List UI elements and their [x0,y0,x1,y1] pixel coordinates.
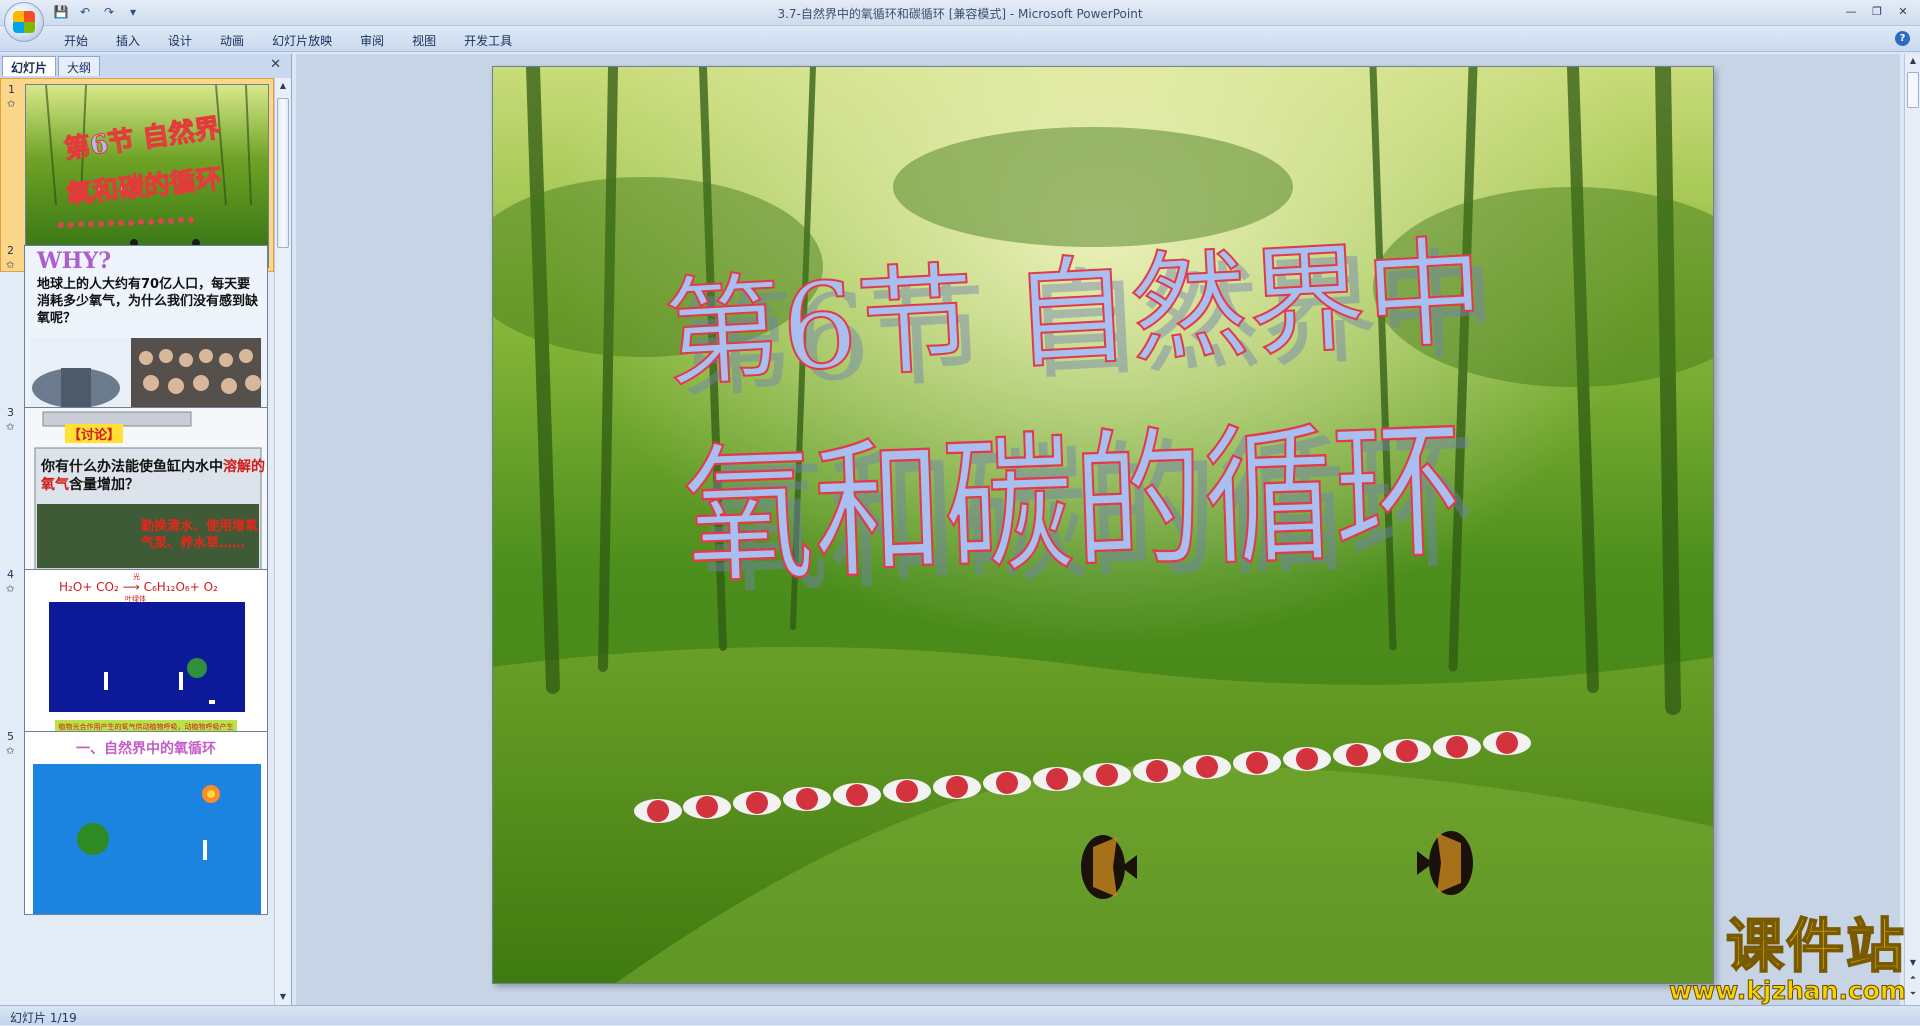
angelfish-icon [1081,835,1137,899]
photosynthesis-equation: H₂O+ CO₂ ⟶ C₆H₁₂O₆+ O₂ [59,580,218,594]
slide-question: 你有什么办法能使鱼缸内水中溶解的氧气含量增加？ [41,458,266,494]
tab-developer[interactable]: 开发工具 [450,30,526,51]
animation-star-icon: ✩ [6,260,14,271]
animation-star-icon: ✩ [6,422,14,433]
status-bar: 幻灯片 1/19 [0,1005,1920,1025]
close-icon[interactable]: ✕ [270,57,281,72]
slide-number: 1 [8,83,15,96]
tab-outline[interactable]: 大纲 [58,56,100,76]
tab-view[interactable]: 视图 [398,30,450,51]
scroll-up-icon[interactable]: ▲ [1905,56,1920,65]
close-icon[interactable]: ✕ [1892,2,1914,20]
tab-slideshow[interactable]: 幻灯片放映 [258,30,346,51]
scroll-down-icon[interactable]: ▼ [275,989,291,1005]
watermark-logo-text: 课件站 [1669,916,1906,976]
restore-icon[interactable]: ❐ [1866,2,1888,20]
help-icon[interactable]: ? [1895,31,1910,46]
slide-counter: 幻灯片 1/19 [10,1009,77,1026]
tab-animation[interactable]: 动画 [206,30,258,51]
minimize-icon[interactable]: — [1840,2,1862,20]
watermark-url: www.kjzhan.com [1669,976,1906,1005]
tab-insert[interactable]: 插入 [102,30,154,51]
slide-question: 地球上的人大约有70亿人口，每天要消耗多少氧气，为什么我们没有感到缺氧呢？ [37,276,262,327]
slide-number: 2 [7,244,14,257]
scroll-down-icon[interactable]: ▼ [1905,958,1920,967]
slide-scrollbar[interactable]: ▲ ▼ ⏶ ⏷ [1904,54,1920,1005]
discussion-tag: 【讨论】 [65,424,123,443]
scroll-thumb[interactable] [277,98,289,248]
slide-number: 3 [7,406,14,419]
title-bar: 💾 ↶ ↷ ▾ 3.7-自然界中的氧循环和碳循环 [兼容模式] - Micros… [0,0,1920,26]
thumbnail-image: 一、自然界中的氧循环 [24,731,268,915]
office-button[interactable] [4,2,44,42]
animation-star-icon: ✩ [6,584,14,595]
oxygen-cycle-image [33,764,261,914]
scroll-thumb[interactable] [1907,72,1919,108]
slide-number: 4 [7,568,14,581]
ribbon-tabs: 开始 插入 设计 动画 幻灯片放映 审阅 视图 开发工具 [50,30,526,51]
thumbnail-scrollbar[interactable]: ▲ ▼ [274,78,291,1005]
animation-star-icon: ✩ [6,746,14,757]
question-part-b: 含量增加？ [69,477,139,493]
scroll-up-icon[interactable]: ▲ [275,78,291,94]
tab-design[interactable]: 设计 [154,30,206,51]
site-watermark: 课件站 www.kjzhan.com [1669,916,1906,1005]
office-logo-icon [13,11,35,33]
thumbnail-list: 1 ✩ 第6节 自然界 氧和碳的循环 [0,78,274,1005]
ribbon: 开始 插入 设计 动画 幻灯片放映 审阅 视图 开发工具 ? [0,26,1920,52]
angelfish-icon [1417,831,1473,895]
next-slide-icon[interactable]: ⏷ [1905,989,1920,999]
pane-tabs: 幻灯片 大纲 [2,56,102,76]
current-slide[interactable]: 第6节 自然界中 氧和碳的循环 [492,66,1714,984]
slides-pane: 幻灯片 大纲 ✕ 1 ✩ 第6节 [0,54,292,1005]
animation-star-icon: ✩ [7,99,15,110]
slide-number: 5 [7,730,14,743]
tab-home[interactable]: 开始 [50,30,102,51]
slide-editing-area: 第6节 自然界中 氧和碳的循环 [296,54,1900,1005]
window-controls: — ❐ ✕ [1840,2,1914,20]
tab-slides[interactable]: 幻灯片 [2,56,56,76]
question-part-a: 你有什么办法能使鱼缸内水中 [41,459,223,475]
slide-title: 一、自然界中的氧循环 [25,738,267,758]
experiment-image [49,602,245,712]
slide-answer: 勤换清水、使用增氧气泵、养水草…… [141,518,261,552]
slide-thumbnail-5[interactable]: 5 ✩ 一、自然界中的氧循环 [0,726,274,920]
equation-condition-top: 光 [133,572,140,582]
window-title: 3.7-自然界中的氧循环和碳循环 [兼容模式] - Microsoft Powe… [0,5,1920,22]
why-heading: WHY? [37,248,111,274]
flower-border-decoration [493,67,1714,984]
tab-review[interactable]: 审阅 [346,30,398,51]
previous-slide-icon[interactable]: ⏶ [1905,973,1920,983]
